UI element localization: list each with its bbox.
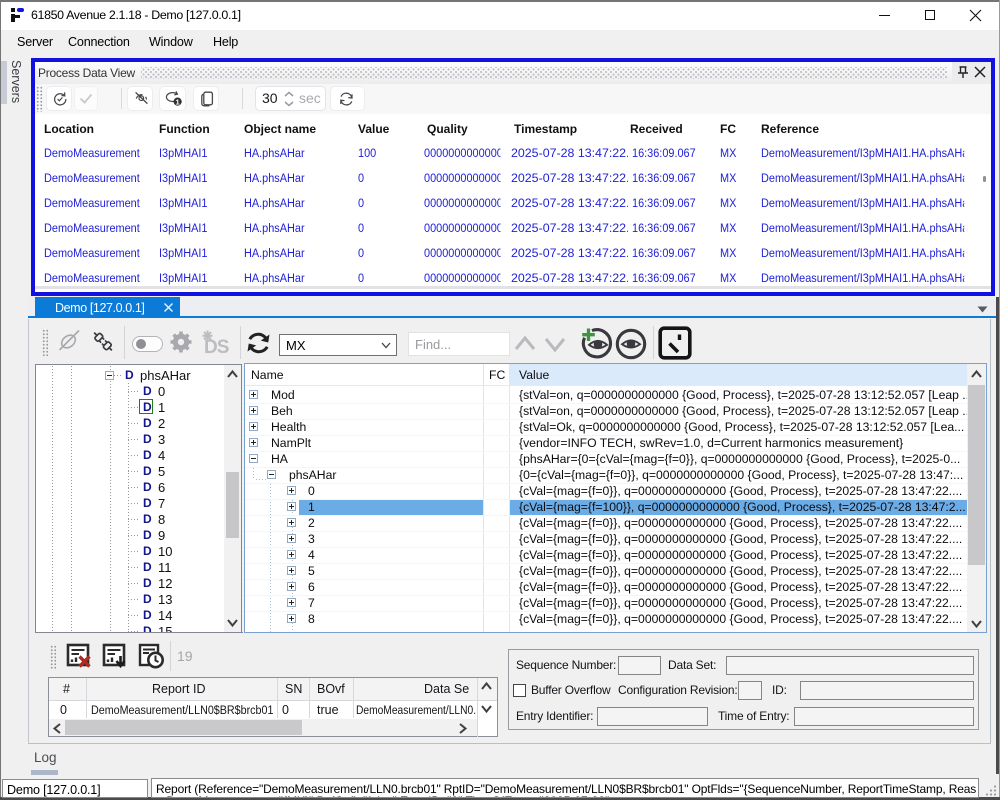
svg-text:1: 1 [176,97,180,106]
svg-text:DS: DS [204,337,229,358]
